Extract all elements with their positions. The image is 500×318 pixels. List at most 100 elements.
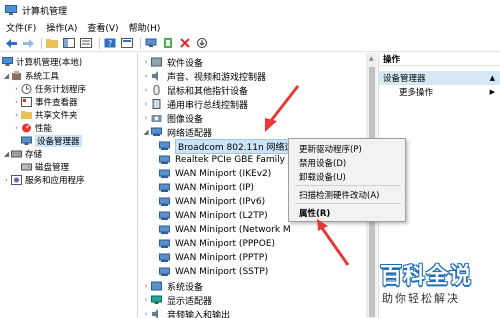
- network-adapter-icon: [159, 183, 170, 192]
- device-item-wan-sstp[interactable]: WAN Miniport (SSTP): [159, 265, 268, 279]
- uninstall-device-icon[interactable]: [195, 37, 209, 50]
- menu-item-properties[interactable]: 属性(R): [299, 207, 330, 219]
- tree-item-services-apps[interactable]: › 服务和应用程序: [2, 173, 85, 186]
- device-category-software[interactable]: › 软件设备: [141, 55, 203, 69]
- device-item-realtek[interactable]: Realtek PCIe GBE Family Co: [159, 153, 300, 167]
- device-category-system[interactable]: › 系统设备: [141, 279, 203, 293]
- network-adapter-icon: [159, 267, 170, 276]
- tree-item-system-tools[interactable]: ◢ 系统工具: [2, 69, 59, 82]
- menu-item-disable-device[interactable]: 禁用设备(D): [299, 157, 346, 169]
- context-menu: 更新驱动程序(P) 禁用设备(D) 卸载设备(U) 扫描检测硬件改动(A) 属性…: [288, 138, 406, 222]
- chevron-down-icon[interactable]: ◢: [2, 72, 11, 80]
- menu-view[interactable]: 查看(V): [87, 21, 118, 34]
- actions-header: 操作: [379, 53, 500, 66]
- device-manager-icon: [21, 136, 32, 145]
- window-title: 计算机管理: [22, 6, 68, 17]
- properties-icon[interactable]: [79, 37, 93, 50]
- toolbar: ?: [0, 35, 500, 52]
- menu-item-uninstall-device[interactable]: 卸载设备(U): [299, 171, 346, 183]
- tree-item-label: 服务和应用程序: [25, 175, 85, 186]
- device-label: 通用串行总线控制器: [167, 100, 249, 111]
- tree-item-disk-management[interactable]: 磁盘管理: [21, 160, 69, 173]
- console-tree-icon[interactable]: [62, 37, 76, 50]
- device-category-audio-io[interactable]: › 音频输入和输出: [141, 307, 230, 318]
- menu-item-scan-hardware[interactable]: 扫描检测硬件改动(A): [299, 189, 379, 201]
- device-category-audio[interactable]: › 声音、视频和游戏控制器: [141, 69, 266, 83]
- device-category-imaging[interactable]: › 图像设备: [141, 111, 203, 125]
- chevron-right-icon[interactable]: ›: [12, 85, 21, 93]
- device-item-wan-ip[interactable]: WAN Miniport (IP): [159, 181, 254, 195]
- tree-item-label: 磁盘管理: [35, 162, 70, 173]
- device-label: 图像设备: [167, 114, 204, 125]
- console-tree: 计算机管理(本地) ◢ 系统工具 › 任务计划程序 › 事件查看器 › 共享文件…: [0, 53, 138, 318]
- device-category-network[interactable]: ◢ 网络适配器: [141, 125, 212, 139]
- clock-icon: [21, 83, 32, 94]
- chevron-right-icon[interactable]: ›: [12, 124, 21, 132]
- chevron-right-icon[interactable]: ›: [141, 310, 151, 318]
- device-label: WAN Miniport (PPPOE): [175, 239, 276, 249]
- chevron-down-icon[interactable]: ◢: [2, 150, 11, 158]
- tree-item-label: 任务计划程序: [35, 84, 87, 95]
- tree-root-label: 计算机管理(本地): [16, 57, 83, 68]
- actions-more[interactable]: 更多操作 ▶: [379, 85, 500, 99]
- device-category-usb[interactable]: › 通用串行总线控制器: [141, 97, 248, 111]
- menu-help[interactable]: 帮助(H): [129, 21, 161, 34]
- chevron-right-icon[interactable]: ›: [141, 100, 151, 108]
- forward-icon[interactable]: [21, 37, 35, 50]
- tree-item-event-viewer[interactable]: › 事件查看器: [12, 95, 78, 108]
- disable-device-icon[interactable]: [178, 37, 192, 50]
- scroll-up-icon[interactable]: ▲: [369, 55, 374, 62]
- services-icon: [11, 174, 22, 185]
- chevron-right-icon[interactable]: ›: [141, 114, 151, 122]
- disk-icon: [21, 163, 32, 170]
- chevron-right-icon[interactable]: ›: [141, 58, 151, 66]
- network-adapter-icon: [159, 169, 170, 178]
- list-view-icon[interactable]: [120, 37, 134, 50]
- update-driver-icon[interactable]: [161, 37, 175, 50]
- device-item-wan-pptp[interactable]: WAN Miniport (PPTP): [159, 251, 268, 265]
- chevron-right-icon[interactable]: ›: [12, 98, 21, 106]
- device-item-wan-pppoe[interactable]: WAN Miniport (PPPOE): [159, 237, 275, 251]
- title-bar: 计算机管理: [0, 0, 500, 20]
- chevron-right-icon[interactable]: ›: [141, 282, 151, 290]
- device-item-wan-l2tp[interactable]: WAN Miniport (L2TP): [159, 209, 268, 223]
- help-icon[interactable]: ?: [103, 37, 117, 50]
- device-item-wan-ikev2[interactable]: WAN Miniport (IKEv2): [159, 167, 271, 181]
- chevron-down-icon[interactable]: ◢: [141, 128, 151, 136]
- chevron-right-icon[interactable]: ›: [12, 111, 21, 119]
- actions-section-device-manager[interactable]: 设备管理器 ▲: [379, 71, 500, 85]
- device-view-icon[interactable]: [144, 37, 158, 50]
- tree-root[interactable]: 计算机管理(本地): [2, 55, 82, 68]
- watermark-logo: 百科全说: [380, 264, 473, 289]
- chevron-right-icon[interactable]: ›: [2, 176, 11, 184]
- device-label: WAN Miniport (IPv6): [175, 197, 266, 207]
- device-category-mouse[interactable]: › 鼠标和其他指针设备: [141, 83, 248, 97]
- chevron-right-icon[interactable]: ›: [141, 86, 151, 94]
- tree-item-task-scheduler[interactable]: › 任务计划程序: [12, 82, 86, 95]
- menu-action[interactable]: 操作(A): [46, 21, 77, 34]
- usb-icon: [152, 99, 161, 109]
- toolbar-separator: [41, 37, 42, 49]
- tree-item-shared-folders[interactable]: › 共享文件夹: [12, 108, 78, 121]
- back-icon[interactable]: [4, 37, 18, 50]
- tree-item-storage[interactable]: ◢ 存储: [2, 147, 42, 160]
- menu-item-update-driver[interactable]: 更新驱动程序(P): [299, 143, 362, 155]
- tree-item-device-manager[interactable]: 设备管理器: [21, 134, 82, 147]
- device-item-wan-ipv6[interactable]: WAN Miniport (IPv6): [159, 195, 265, 209]
- chevron-right-icon[interactable]: ›: [141, 296, 151, 304]
- speaker-icon: [152, 71, 158, 81]
- device-item-wan-network-monitor[interactable]: WAN Miniport (Network M: [159, 223, 291, 237]
- shared-folder-icon: [21, 110, 32, 119]
- tree-item-performance[interactable]: › 性能: [12, 121, 52, 134]
- toolbar-separator: [140, 37, 141, 49]
- network-adapter-icon: [159, 155, 170, 164]
- event-viewer-icon: [21, 96, 32, 107]
- device-category-display[interactable]: › 显示适配器: [141, 293, 212, 307]
- chevron-up-icon[interactable]: ▲: [490, 74, 495, 82]
- menu-file[interactable]: 文件(F): [6, 21, 36, 34]
- chevron-right-icon: ▶: [489, 88, 495, 96]
- device-label: 鼠标和其他指针设备: [167, 86, 249, 97]
- chevron-right-icon[interactable]: ›: [141, 72, 151, 80]
- network-adapter-icon: [159, 197, 170, 206]
- folder-icon[interactable]: [45, 37, 59, 50]
